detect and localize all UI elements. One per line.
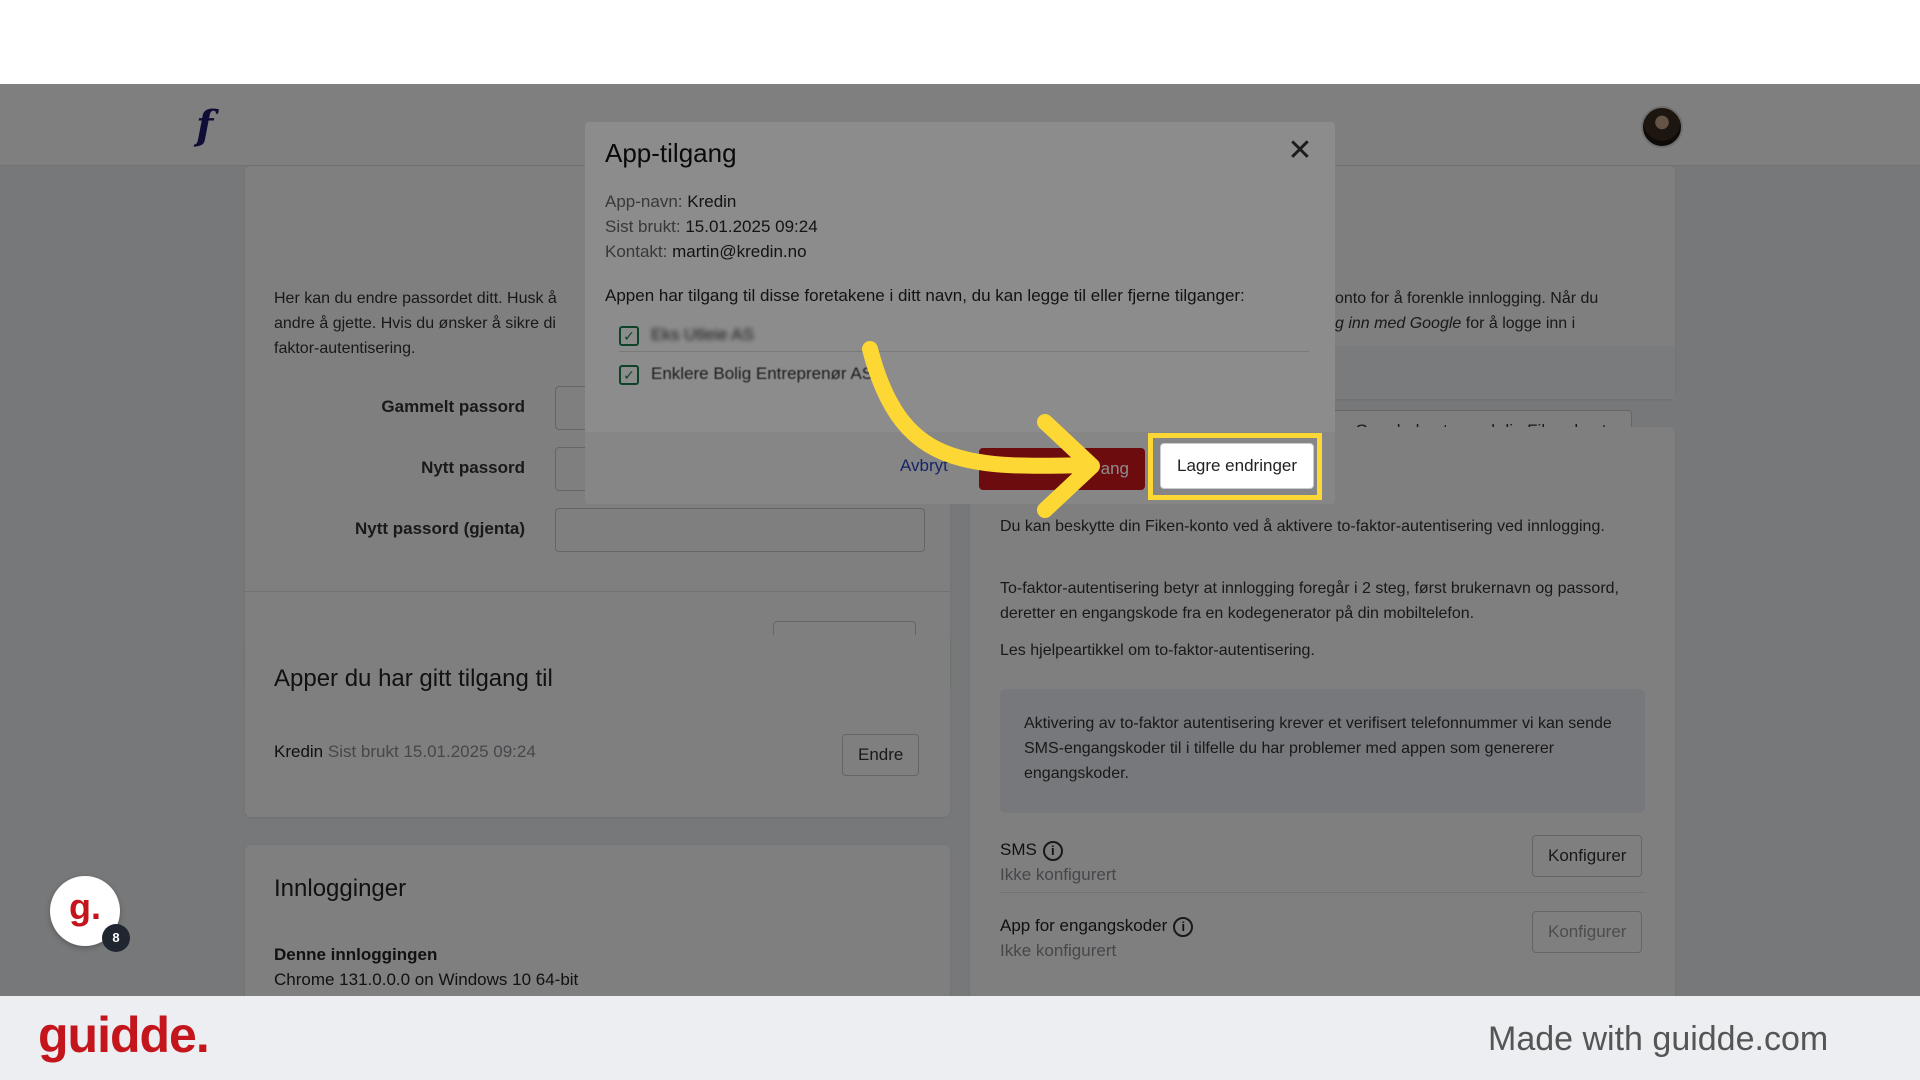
made-with-text: Made with guidde.com	[1488, 1020, 1829, 1058]
guidde-badge: 8	[102, 924, 130, 952]
guidde-logo: guidde.	[38, 1007, 210, 1063]
guidde-widget-logo: g.	[69, 886, 101, 927]
top-blank-band	[0, 0, 1920, 84]
app-viewport: f Her kan du endre passordet ditt. Husk …	[0, 84, 1920, 996]
arrow-stroke	[862, 341, 1093, 474]
guidde-arrow-icon	[862, 341, 1100, 518]
guidde-banner: guidde. Made with guidde.com	[0, 996, 1920, 1080]
guidde-widget[interactable]: g. 8	[50, 876, 130, 952]
